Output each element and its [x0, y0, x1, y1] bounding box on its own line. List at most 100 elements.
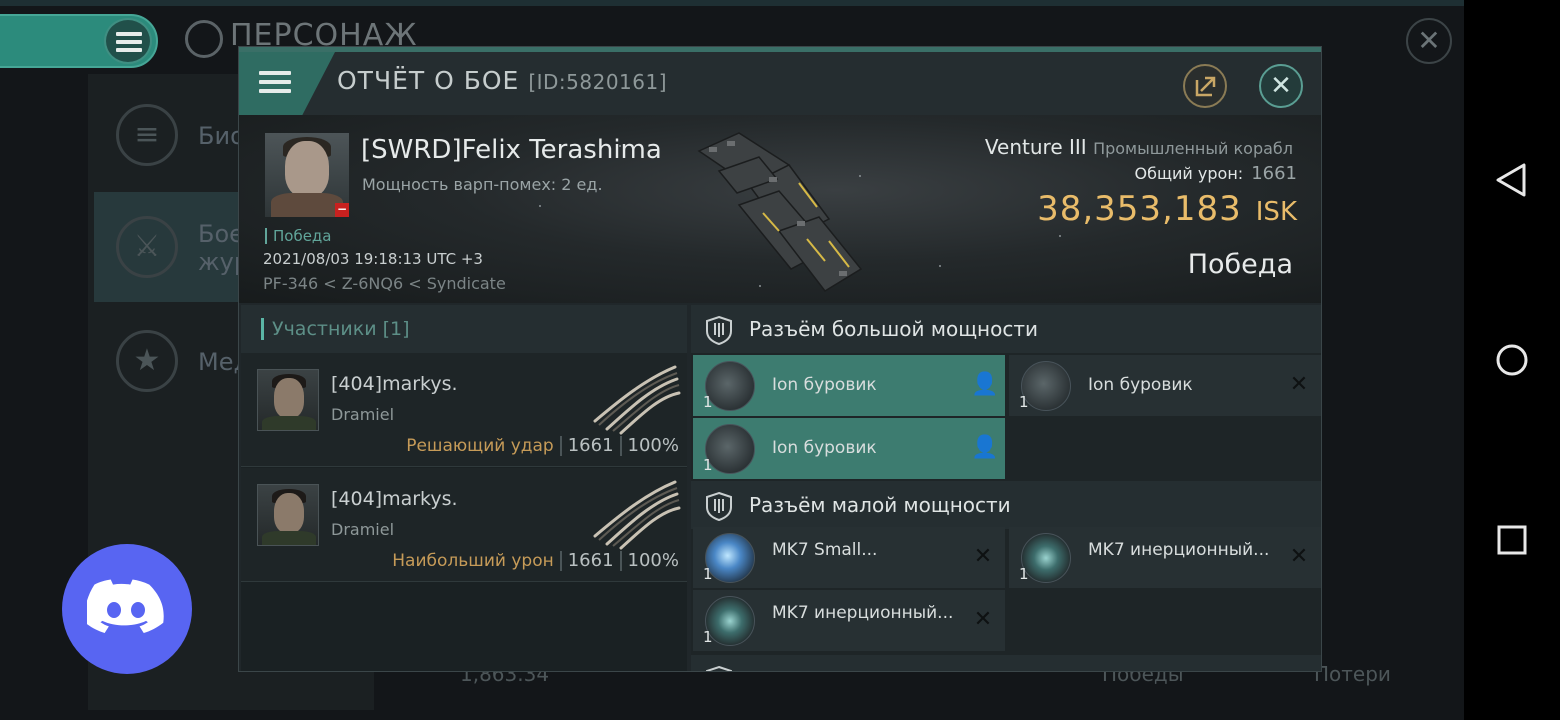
hamburger-icon: [116, 32, 142, 52]
victim-name[interactable]: [SWRD]Felix Terashima: [361, 135, 662, 165]
total-damage-label: Общий урон:: [1134, 164, 1244, 183]
module-quantity: 1: [703, 628, 713, 646]
module-quantity: 1: [1019, 565, 1029, 583]
high-slot-shield-icon: [706, 315, 732, 345]
low-slots-title: Разъём малой мощности: [749, 493, 1011, 517]
participant-percent: 100%: [627, 550, 679, 571]
victim-panel: − [SWRD]Felix Terashima Мощность варп-по…: [239, 115, 1321, 303]
module-name: MK7 инерционный...: [772, 603, 954, 623]
back-triangle-icon[interactable]: [1492, 160, 1532, 200]
crossed-swords-icon: ⚔: [116, 216, 178, 278]
destroyed-x-icon: ✕: [973, 544, 993, 569]
participant-damage: 1661: [567, 550, 614, 571]
dramiel-ship-icon: [593, 365, 681, 435]
destroyed-x-icon: ✕: [1289, 544, 1309, 569]
share-button[interactable]: [1183, 64, 1227, 108]
ship-name-line: Venture III Промышленный корабл: [985, 135, 1293, 159]
recents-square-icon[interactable]: [1492, 520, 1532, 560]
module-quantity: 1: [703, 565, 713, 583]
share-icon: [1195, 76, 1216, 97]
main-menu-button[interactable]: [0, 14, 158, 68]
hostile-badge: −: [335, 202, 349, 217]
total-damage-value: 1661: [1251, 163, 1297, 184]
star-hexagon-icon: ★: [116, 330, 178, 392]
isk-value: 38,353,183: [1037, 189, 1242, 229]
battle-report-dialog: ОТЧЁТ О БОЕ [ID:5820161] ✕ − [SWRD]Felix…: [238, 46, 1322, 672]
participant-avatar[interactable]: [257, 369, 319, 431]
destroyed-x-icon: ✕: [1289, 372, 1309, 397]
fitting-panel: Разъём большой мощности 1 Ion буровик 👤 …: [691, 305, 1321, 671]
isk-unit: ISK: [1255, 197, 1297, 227]
battle-location: PF-346 < Z-6NQ6 < Syndicate: [263, 274, 506, 293]
close-button[interactable]: ✕: [1259, 64, 1303, 108]
next-slots-header: [691, 655, 1321, 671]
result-tag: Победа: [265, 228, 332, 244]
sidebar-item-label: Боев журн: [198, 220, 238, 276]
module-slot[interactable]: 1 Ion буровик ✕: [1009, 355, 1321, 416]
participant-name: [404]markys.: [331, 373, 458, 395]
participant-ship: Dramiel: [331, 520, 395, 539]
destroyed-x-icon: ✕: [973, 607, 993, 632]
module-slot[interactable]: 1 Ion буровик 👤: [693, 355, 1005, 416]
module-name: MK7 инерционный...: [1088, 540, 1270, 560]
dramiel-ship-icon: [593, 480, 681, 550]
module-name: Ion буровик: [772, 375, 877, 395]
participant-stats: Наибольший урон 1661 100%: [392, 550, 679, 571]
dialog-title-text: ОТЧЁТ О БОЕ: [337, 66, 520, 95]
participant-role: Решающий удар: [406, 436, 554, 456]
module-quantity: 1: [1019, 393, 1029, 411]
participant-stats: Решающий удар 1661 100%: [406, 435, 679, 456]
module-slot[interactable]: 1 MK7 инерционный... ✕: [1009, 527, 1321, 588]
participant-role: Наибольший урон: [392, 551, 554, 571]
home-circle-icon[interactable]: [1492, 340, 1532, 380]
person-icon: 👤: [971, 372, 999, 397]
participant-damage: 1661: [567, 435, 614, 456]
module-name: MK7 Small...: [772, 540, 878, 560]
ship-name[interactable]: Venture III: [985, 135, 1087, 159]
high-slots-title: Разъём большой мощности: [749, 317, 1038, 341]
ship-class: Промышленный корабл: [1093, 139, 1293, 158]
participant-percent: 100%: [627, 435, 679, 456]
battle-datetime: 2021/08/03 19:18:13 UTC +3: [263, 250, 483, 268]
participants-title: Участники [1]: [261, 318, 410, 340]
discord-overlay-button[interactable]: [62, 544, 192, 674]
victim-ship-image: [697, 132, 863, 292]
participant-avatar[interactable]: [257, 484, 319, 546]
slot-shield-icon: [706, 665, 732, 671]
module-quantity: 1: [703, 393, 713, 411]
participant-row[interactable]: [404]markys. Dramiel Наибольший урон 1661…: [241, 468, 687, 582]
module-slot[interactable]: 1 MK7 инерционный... ✕: [693, 590, 1005, 651]
module-name: Ion буровик: [1088, 375, 1193, 395]
warp-disruption-strength: Мощность варп-помех: 2 ед.: [362, 175, 603, 194]
module-quantity: 1: [703, 456, 713, 474]
high-slots-header: Разъём большой мощности: [691, 305, 1321, 353]
close-icon: ✕: [1270, 71, 1292, 101]
low-slot-shield-icon: [706, 491, 732, 521]
background-close-button[interactable]: ✕: [1406, 18, 1452, 64]
participants-header: Участники [1]: [241, 305, 687, 353]
android-nav-bar: [1464, 0, 1560, 720]
total-damage-row: Общий урон: 1661: [1135, 163, 1298, 184]
dialog-menu-button[interactable]: [239, 52, 335, 115]
module-name: Ion буровик: [772, 438, 877, 458]
dialog-title: ОТЧЁТ О БОЕ [ID:5820161]: [337, 66, 667, 95]
dialog-header: ОТЧЁТ О БОЕ [ID:5820161] ✕: [239, 47, 1321, 115]
module-slot[interactable]: 1 MK7 Small... ✕: [693, 527, 1005, 588]
discord-icon: [87, 579, 164, 633]
report-id: [ID:5820161]: [528, 70, 668, 94]
participants-panel: Участники [1] [404]markys. Dramiel Решаю…: [241, 305, 687, 671]
module-slot[interactable]: 1 Ion буровик 👤: [693, 418, 1005, 479]
participant-name: [404]markys.: [331, 488, 458, 510]
character-icon: [185, 20, 223, 58]
participant-ship: Dramiel: [331, 405, 395, 424]
isk-row: 38,353,183 ISK: [1037, 189, 1297, 229]
battle-result: Победа: [1187, 249, 1293, 280]
hamburger-icon: [259, 71, 291, 93]
participant-row[interactable]: [404]markys. Dramiel Решающий удар 1661 10…: [241, 353, 687, 467]
low-slots-header: Разъём малой мощности: [691, 481, 1321, 529]
list-icon: ≡: [116, 104, 178, 166]
losses-label: Потери: [1314, 662, 1391, 686]
top-accent-line: [0, 0, 1464, 6]
person-icon: 👤: [971, 435, 999, 460]
menu-circle[interactable]: [104, 18, 152, 64]
